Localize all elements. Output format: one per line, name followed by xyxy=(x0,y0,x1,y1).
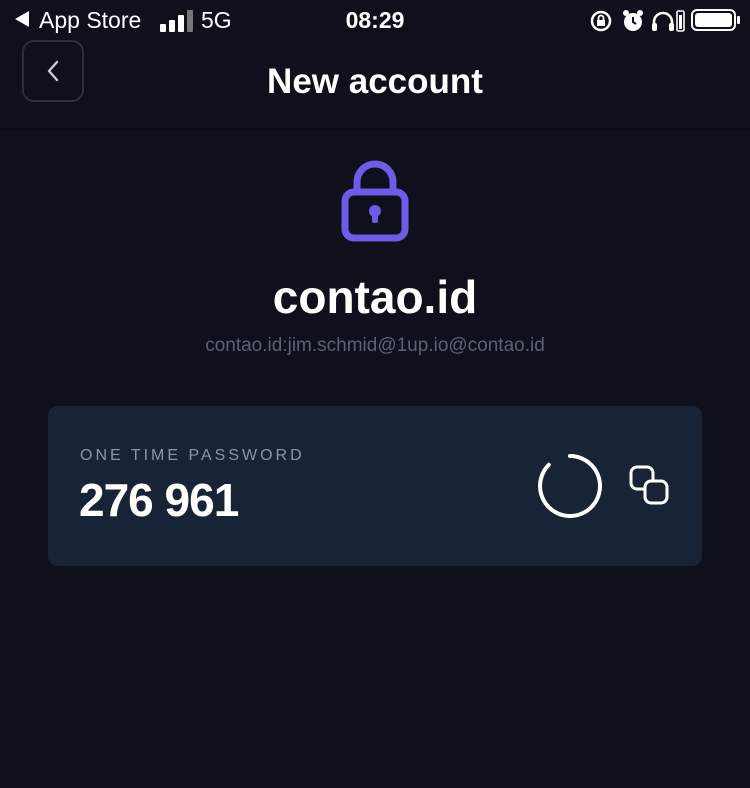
lock-icon xyxy=(341,160,409,242)
account-name: contao.id xyxy=(272,271,478,323)
otp-code[interactable]: 276 961 xyxy=(79,473,239,527)
copy-icon[interactable] xyxy=(628,464,672,508)
header-divider xyxy=(0,128,750,130)
otp-label: ONE TIME PASSWORD xyxy=(80,447,305,464)
account-identifier: contao.id:jim.schmid@1up.io@contao.id xyxy=(205,335,545,356)
page-title: New account xyxy=(267,62,483,101)
battery-icon xyxy=(691,9,740,31)
status-icons xyxy=(590,10,685,32)
timer-ring-icon xyxy=(538,454,602,518)
headphones-icon xyxy=(652,11,674,31)
alarm-icon xyxy=(623,10,643,31)
status-bar: App Store 5G 08:29 xyxy=(0,0,750,40)
otp-card: ONE TIME PASSWORD 276 961 xyxy=(48,406,702,566)
rotation-lock-icon xyxy=(590,10,612,32)
